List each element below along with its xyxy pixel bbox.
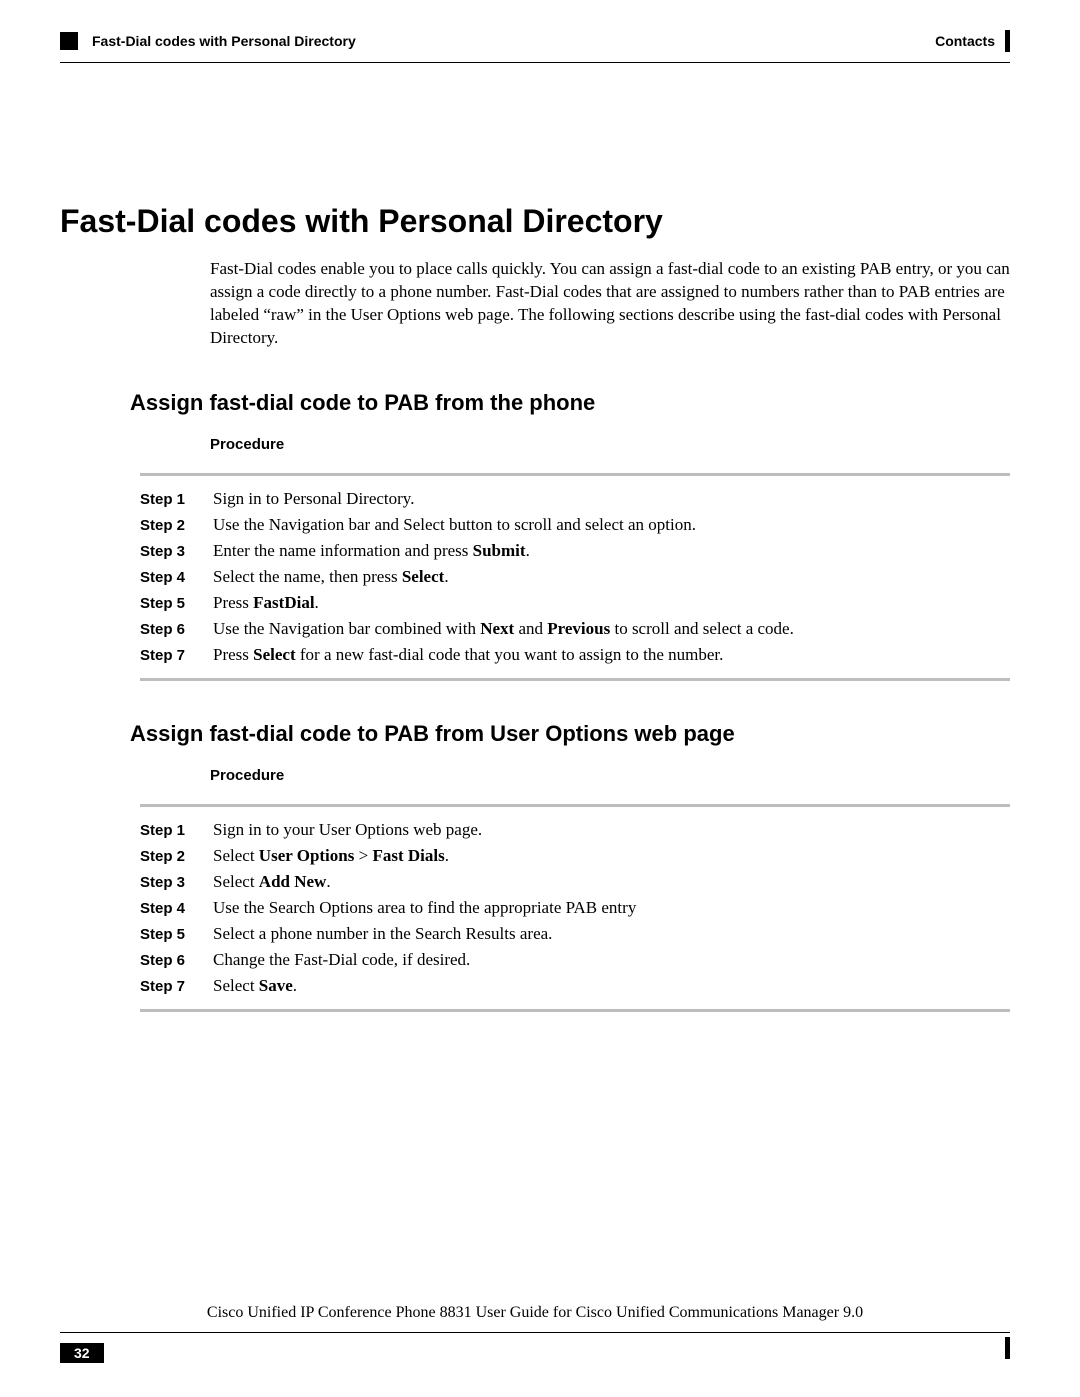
step-row: Step 5 Select a phone number in the Searc… [140, 921, 1010, 947]
step-text: Change the Fast-Dial code, if desired. [213, 950, 1010, 970]
step-label: Step 5 [140, 595, 195, 612]
step-row: Step 2 Use the Navigation bar and Select … [140, 512, 1010, 538]
step-label: Step 5 [140, 926, 195, 943]
step-text: Use the Search Options area to find the … [213, 898, 1010, 918]
step-label: Step 7 [140, 978, 195, 995]
step-row: Step 6 Use the Navigation bar combined wi… [140, 616, 1010, 642]
step-text: Select a phone number in the Search Resu… [213, 924, 1010, 944]
chapter-label: Contacts [935, 33, 995, 49]
step-label: Step 7 [140, 647, 195, 664]
step-label: Step 3 [140, 543, 195, 560]
step-row: Step 1 Sign in to your User Options web p… [140, 817, 1010, 843]
step-text: Enter the name information and press Sub… [213, 541, 1010, 561]
footer-rule [60, 1332, 1010, 1333]
step-text: Use the Navigation bar and Select button… [213, 515, 1010, 535]
header-left: Fast-Dial codes with Personal Directory [60, 32, 356, 50]
procedure-rule-bottom [140, 678, 1010, 681]
step-label: Step 2 [140, 848, 195, 865]
procedure-rule-bottom [140, 1009, 1010, 1012]
step-text: Use the Navigation bar combined with Nex… [213, 619, 1010, 639]
procedure-label: Procedure [210, 436, 1010, 453]
step-row: Step 1 Sign in to Personal Directory. [140, 486, 1010, 512]
step-label: Step 1 [140, 491, 195, 508]
header-right: Contacts [935, 30, 1010, 52]
page-number: 32 [60, 1343, 104, 1363]
procedure-steps: Step 1 Sign in to your User Options web p… [140, 817, 1010, 999]
step-label: Step 6 [140, 952, 195, 969]
step-row: Step 5 Press FastDial. [140, 590, 1010, 616]
page-title: Fast-Dial codes with Personal Directory [60, 203, 1010, 240]
page-footer: Cisco Unified IP Conference Phone 8831 U… [60, 1314, 1010, 1363]
step-label: Step 4 [140, 569, 195, 586]
header-bar-icon [1005, 30, 1010, 52]
step-text: Sign in to your User Options web page. [213, 820, 1010, 840]
document-page: Fast-Dial codes with Personal Directory … [0, 0, 1080, 1397]
running-title: Fast-Dial codes with Personal Directory [92, 33, 356, 49]
step-text: Select Save. [213, 976, 1010, 996]
step-row: Step 4 Select the name, then press Select… [140, 564, 1010, 590]
step-row: Step 6 Change the Fast-Dial code, if desi… [140, 947, 1010, 973]
step-row: Step 3 Enter the name information and pre… [140, 538, 1010, 564]
footer-right [997, 1337, 1010, 1359]
step-label: Step 3 [140, 874, 195, 891]
procedure-label: Procedure [210, 767, 1010, 784]
section2-heading: Assign fast-dial code to PAB from User O… [130, 721, 1010, 747]
procedure-rule-top [140, 804, 1010, 807]
step-row: Step 7 Press Select for a new fast-dial c… [140, 642, 1010, 668]
step-label: Step 6 [140, 621, 195, 638]
footer-doc-title: Cisco Unified IP Conference Phone 8831 U… [60, 1304, 1010, 1322]
step-text: Select Add New. [213, 872, 1010, 892]
header-rule [60, 62, 1010, 63]
step-text: Select the name, then press Select. [213, 567, 1010, 587]
step-label: Step 1 [140, 822, 195, 839]
procedure-rule-top [140, 473, 1010, 476]
step-row: Step 7 Select Save. [140, 973, 1010, 999]
page-header: Fast-Dial codes with Personal Directory … [60, 30, 1010, 52]
step-text: Press Select for a new fast-dial code th… [213, 645, 1010, 665]
footer-row: 32 [60, 1337, 1010, 1363]
footer-bar-icon [1005, 1337, 1010, 1359]
step-row: Step 4 Use the Search Options area to fin… [140, 895, 1010, 921]
header-marker-icon [60, 32, 78, 50]
step-label: Step 4 [140, 900, 195, 917]
page-number-wrap: 32 [60, 1343, 104, 1363]
step-label: Step 2 [140, 517, 195, 534]
section1-heading: Assign fast-dial code to PAB from the ph… [130, 390, 1010, 416]
step-text: Press FastDial. [213, 593, 1010, 613]
step-text: Sign in to Personal Directory. [213, 489, 1010, 509]
step-text: Select User Options > Fast Dials. [213, 846, 1010, 866]
step-row: Step 3 Select Add New. [140, 869, 1010, 895]
intro-paragraph: Fast-Dial codes enable you to place call… [210, 258, 1010, 350]
step-row: Step 2 Select User Options > Fast Dials. [140, 843, 1010, 869]
procedure-steps: Step 1Sign in to Personal Directory.Step… [140, 486, 1010, 668]
